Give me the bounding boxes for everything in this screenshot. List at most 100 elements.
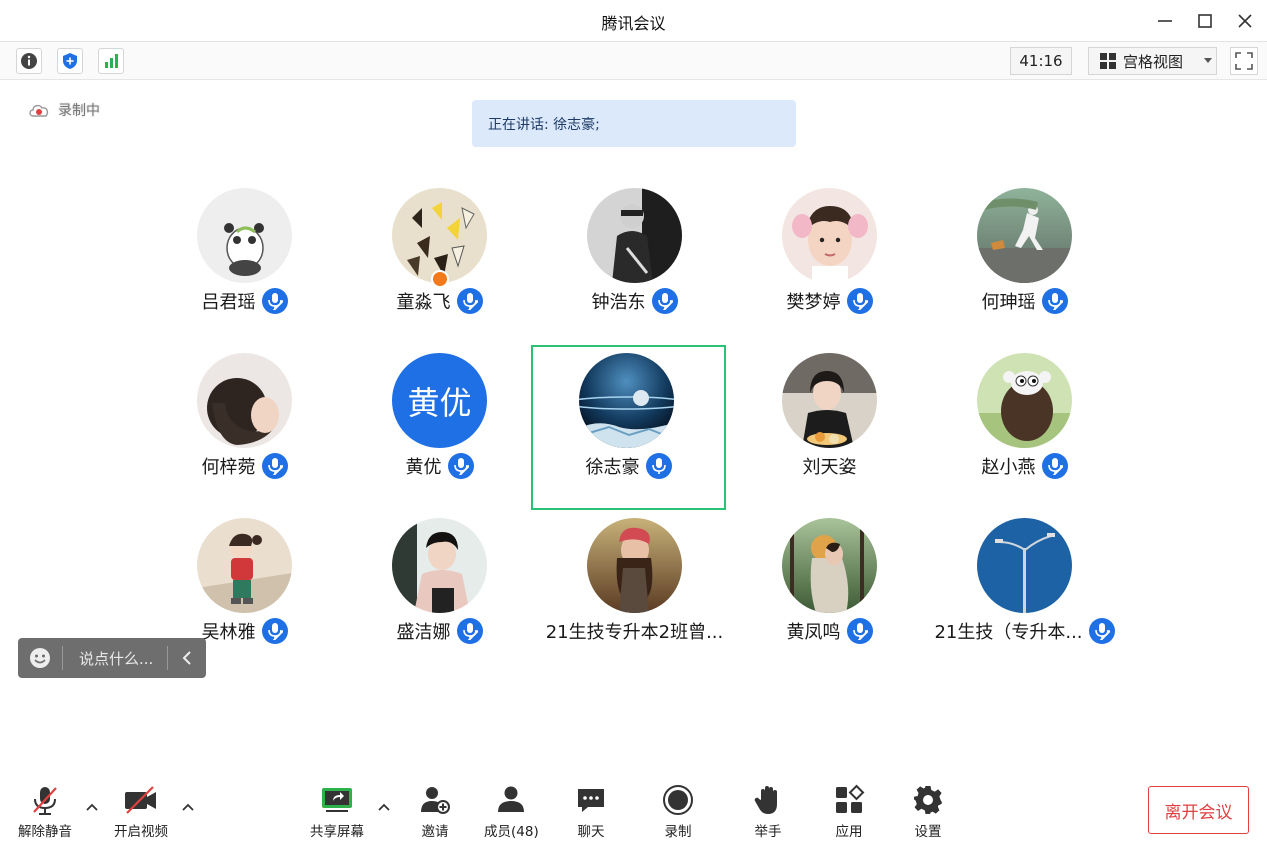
minimize-icon [1158, 20, 1172, 22]
mic-muted-icon [261, 618, 288, 644]
members-icon [498, 786, 525, 812]
apps-label: 应用 [835, 824, 863, 840]
share-options-caret-icon[interactable] [377, 800, 391, 814]
raise-hand-icon [754, 786, 777, 814]
participant-avatar [977, 518, 1072, 613]
chevron-left-icon [182, 651, 191, 665]
mic-muted-icon [261, 453, 288, 479]
participant-name-row: 童淼飞 [342, 288, 537, 314]
fullscreen-icon [1235, 52, 1253, 70]
participant-avatar [579, 353, 674, 448]
participant-avatar [197, 188, 292, 283]
fullscreen-button[interactable] [1230, 47, 1258, 75]
participant-tile[interactable]: 吕君瑶 [147, 180, 342, 345]
maximize-icon [1198, 14, 1212, 28]
participant-name: 何珅瑶 [981, 292, 1036, 313]
participant-avatar [587, 188, 682, 283]
mic-muted-icon [33, 787, 57, 815]
participant-tile[interactable]: 黄优 黄优 [342, 345, 537, 510]
view-mode-label: 宫格视图 [1123, 52, 1184, 71]
grid-view-icon [1100, 53, 1116, 69]
participant-avatar [392, 518, 487, 613]
participant-tile[interactable]: 盛洁娜 [342, 510, 537, 675]
title-bar: 腾讯会议 [0, 0, 1267, 42]
close-button[interactable] [1232, 8, 1258, 34]
participant-tile[interactable]: 何梓菀 [147, 345, 342, 510]
meeting-timer: 41:16 [1010, 47, 1072, 75]
close-icon [1238, 14, 1252, 28]
video-options-caret-icon[interactable] [181, 800, 195, 814]
quick-chat-bar[interactable]: 说点什么... [18, 638, 206, 678]
participant-avatar [782, 518, 877, 613]
host-badge-icon [430, 270, 449, 288]
participant-tile[interactable]: 21生技（专升本... [927, 510, 1122, 675]
raise-hand-label: 举手 [754, 824, 782, 840]
share-screen-button[interactable]: 共享屏幕 [310, 784, 364, 840]
chat-bubble-icon [578, 789, 604, 812]
participant-name: 21生技（专升本... [934, 622, 1083, 643]
participant-tile[interactable]: 钟浩东 [537, 180, 732, 345]
participant-tile[interactable]: 刘天姿 [732, 345, 927, 510]
participant-tile[interactable]: 赵小燕 [927, 345, 1122, 510]
members-button[interactable]: 成员(48) [484, 784, 539, 840]
share-screen-icon [322, 788, 352, 812]
shield-icon [63, 53, 77, 69]
apps-button[interactable]: 应用 [833, 784, 865, 840]
participant-name: 赵小燕 [981, 457, 1036, 478]
minimize-button[interactable] [1152, 8, 1178, 34]
start-video-label: 开启视频 [114, 824, 168, 840]
audio-options-caret-icon[interactable] [85, 800, 99, 814]
chat-input[interactable]: 说点什么... [63, 648, 167, 669]
raise-hand-button[interactable]: 举手 [752, 784, 784, 840]
participant-tile[interactable]: 何珅瑶 [927, 180, 1122, 345]
unmute-button[interactable]: 解除静音 [18, 784, 72, 840]
participant-avatar [197, 353, 292, 448]
mic-muted-icon [1041, 288, 1068, 314]
participant-avatar [977, 188, 1072, 283]
participant-tile[interactable]: 童淼飞 [342, 180, 537, 345]
participant-tile[interactable]: 21生技专升本2班曾... [537, 510, 732, 675]
participant-name: 童淼飞 [396, 292, 451, 313]
participant-avatar [587, 518, 682, 613]
participant-name: 樊梦婷 [786, 292, 841, 313]
participant-name: 吴林雅 [201, 622, 256, 643]
participant-tile[interactable]: 樊梦婷 [732, 180, 927, 345]
settings-label: 设置 [914, 824, 942, 840]
record-button[interactable]: 录制 [662, 784, 694, 840]
dropdown-arrow-icon [1204, 58, 1213, 63]
leave-meeting-button[interactable]: 离开会议 [1148, 786, 1249, 834]
signal-bars-icon [105, 54, 118, 68]
participant-name-row: 刘天姿 [732, 453, 927, 479]
invite-label: 邀请 [421, 824, 449, 840]
meeting-toolbar: 41:16 宫格视图 [0, 42, 1267, 80]
mic-active-icon [645, 453, 672, 479]
security-button[interactable] [57, 48, 83, 74]
record-label: 录制 [664, 824, 692, 840]
mic-muted-icon [456, 618, 483, 644]
participant-tile[interactable]: 黄凤鸣 [732, 510, 927, 675]
participant-avatar [197, 518, 292, 613]
network-button[interactable] [98, 48, 124, 74]
participant-name: 钟浩东 [591, 292, 646, 313]
mic-muted-icon [456, 288, 483, 314]
participant-name-row: 何梓菀 [147, 453, 342, 479]
settings-button[interactable]: 设置 [912, 784, 944, 840]
mic-muted-icon [651, 288, 678, 314]
participant-name: 黄凤鸣 [786, 622, 841, 643]
emoji-button[interactable] [18, 647, 62, 669]
svg-text:黄优: 黄优 [407, 384, 471, 422]
participant-name-row: 21生技专升本2班曾... [537, 618, 732, 644]
smiley-icon [30, 648, 50, 668]
participant-name-row: 黄优 [342, 453, 537, 479]
chat-button[interactable]: 聊天 [575, 784, 607, 840]
view-mode-dropdown[interactable]: 宫格视图 [1088, 47, 1217, 75]
participant-name: 吕君瑶 [201, 292, 256, 313]
collapse-chat-button[interactable] [168, 651, 206, 665]
recording-label: 录制中 [58, 103, 100, 119]
info-button[interactable] [16, 48, 42, 74]
invite-button[interactable]: 邀请 [419, 784, 451, 840]
maximize-button[interactable] [1192, 8, 1218, 34]
participant-name-row: 盛洁娜 [342, 618, 537, 644]
participant-tile[interactable]: 徐志豪 [531, 345, 726, 510]
start-video-button[interactable]: 开启视频 [114, 784, 168, 840]
